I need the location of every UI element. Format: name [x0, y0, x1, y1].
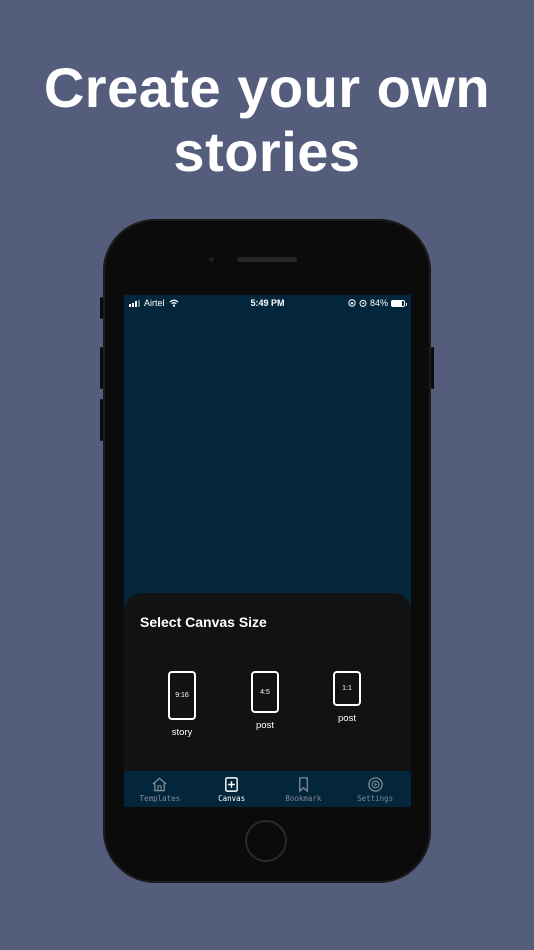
plus-square-icon [225, 777, 238, 792]
ratio-frame-9-16: 9:16 [168, 671, 196, 720]
canvas-option-label: post [338, 713, 356, 724]
home-button[interactable] [245, 820, 287, 862]
tab-label: Bookmark [285, 794, 322, 803]
volume-down-button [100, 399, 103, 441]
battery-icon [391, 299, 407, 307]
headline-line-2: stories [173, 120, 361, 183]
phone-frame: Airtel 5:49 PM 84% Select Canvas Size 9:… [100, 219, 434, 883]
volume-up-button [100, 347, 103, 389]
tab-bar: Templates Canvas Bookmark Settings [124, 771, 411, 807]
tab-label: Settings [357, 794, 394, 803]
earpiece-speaker [237, 257, 297, 262]
headline-line-1: Create your own [43, 56, 491, 119]
tab-settings[interactable]: Settings [339, 771, 411, 807]
canvas-option-label: story [171, 727, 193, 738]
mute-switch [100, 297, 103, 319]
tab-bookmark[interactable]: Bookmark [268, 771, 340, 807]
ratio-frame-4-5: 4:5 [251, 671, 279, 713]
front-camera [209, 257, 214, 262]
canvas-option-label: post [256, 720, 274, 731]
tab-label: Templates [139, 794, 181, 803]
home-icon [152, 777, 167, 792]
tab-label: Canvas [218, 794, 246, 803]
canvas-option-post-1-1[interactable]: 1:1 post [317, 671, 377, 724]
orientation-lock-icon [348, 299, 356, 307]
sheet-title: Select Canvas Size [140, 614, 267, 630]
battery-percent: 84% [369, 298, 388, 308]
settings-icon [367, 777, 383, 792]
app-screen: Airtel 5:49 PM 84% Select Canvas Size 9:… [124, 295, 411, 807]
tab-templates[interactable]: Templates [124, 771, 196, 807]
canvas-option-story[interactable]: 9:16 story [152, 671, 212, 738]
canvas-option-post-4-5[interactable]: 4:5 post [235, 671, 295, 731]
alarm-icon [359, 299, 367, 307]
status-bar: Airtel 5:49 PM 84% [124, 295, 411, 311]
power-button [431, 347, 434, 389]
canvas-size-sheet: Select Canvas Size 9:16 story 4:5 post 1… [124, 593, 411, 771]
bookmark-icon [298, 777, 308, 793]
tab-canvas[interactable]: Canvas [196, 771, 268, 807]
headline: Create your own stories [0, 56, 534, 184]
ratio-frame-1-1: 1:1 [333, 671, 361, 706]
